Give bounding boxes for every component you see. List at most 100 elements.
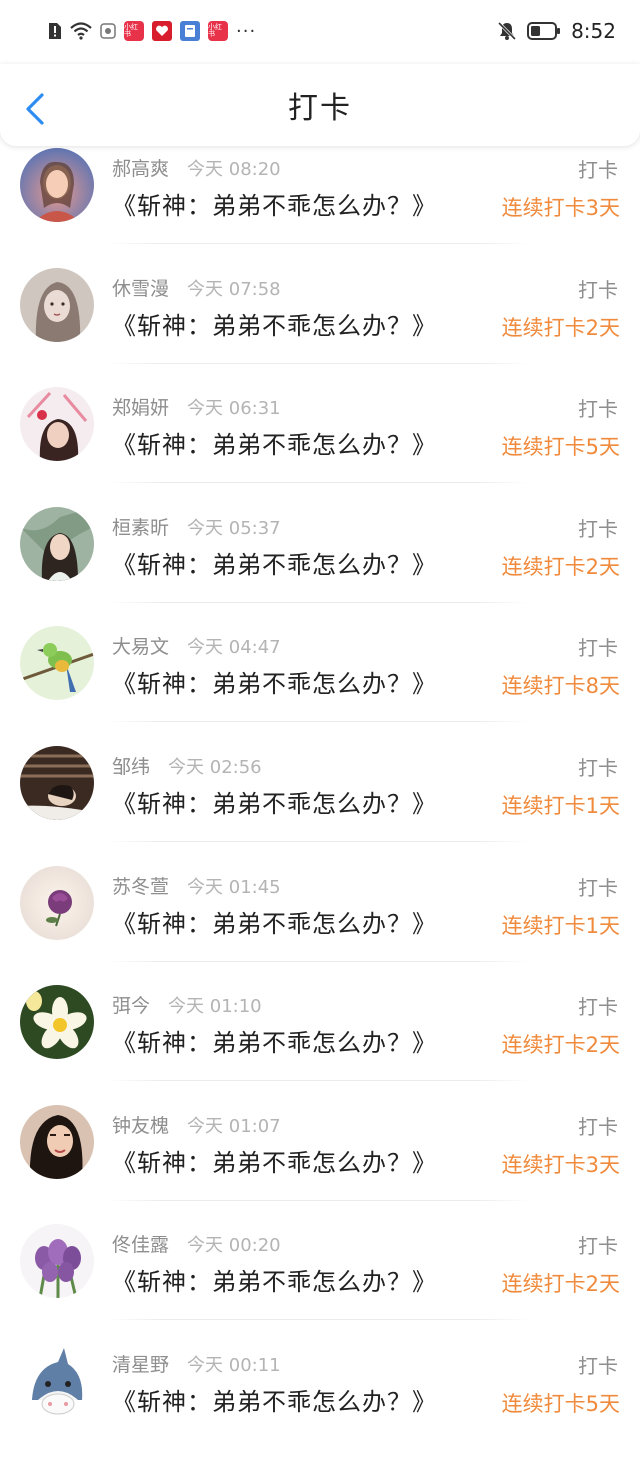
user-name[interactable]: 苏冬萱 bbox=[112, 872, 169, 899]
divider bbox=[108, 1199, 530, 1201]
portrait-avatar-icon bbox=[20, 148, 94, 222]
divider bbox=[108, 721, 530, 723]
user-name[interactable]: 弭今 bbox=[112, 991, 150, 1018]
divider bbox=[108, 362, 530, 364]
checkin-time: 今天 05:37 bbox=[187, 517, 281, 539]
avatar[interactable] bbox=[20, 1343, 94, 1418]
list-item[interactable]: 钟友槐 今天 01:07 《斩神：弟弟不乖怎么办？》 打卡 连续打卡3天 bbox=[0, 1103, 640, 1223]
clock-time: 8:52 bbox=[571, 19, 616, 43]
streak-badge: 连续打卡1天 bbox=[501, 793, 620, 818]
portrait-avatar-icon bbox=[20, 267, 94, 342]
heart-app-icon bbox=[152, 21, 172, 41]
avatar[interactable] bbox=[20, 1224, 94, 1299]
wifi-icon bbox=[70, 22, 92, 40]
user-name[interactable]: 郝高爽 bbox=[112, 154, 169, 181]
user-name[interactable]: 清星野 bbox=[112, 1350, 169, 1377]
back-arrow-icon bbox=[26, 93, 44, 125]
checkin-time: 今天 04:47 bbox=[187, 637, 281, 659]
checkin-label: 打卡 bbox=[578, 636, 618, 661]
checkin-time: 今天 01:45 bbox=[187, 876, 281, 898]
book-title[interactable]: 《斩神：弟弟不乖怎么办？》 bbox=[112, 1023, 437, 1058]
streak-badge: 连续打卡2天 bbox=[501, 1272, 620, 1297]
checkin-time: 今天 01:10 bbox=[168, 996, 262, 1018]
book-title[interactable]: 《斩神：弟弟不乖怎么办？》 bbox=[112, 545, 437, 580]
book-title[interactable]: 《斩神：弟弟不乖怎么办？》 bbox=[112, 425, 437, 460]
list-item[interactable]: 清星野 今天 00:11 《斩神：弟弟不乖怎么办？》 打卡 连续打卡5天 bbox=[0, 1342, 640, 1462]
row-meta: 郑娟妍 今天 06:31 bbox=[112, 393, 281, 420]
avatar[interactable] bbox=[20, 985, 94, 1060]
avatar[interactable] bbox=[20, 865, 94, 940]
user-name[interactable]: 钟友槐 bbox=[112, 1111, 169, 1138]
user-name[interactable]: 佟佳露 bbox=[112, 1230, 169, 1257]
avatar[interactable] bbox=[20, 267, 94, 342]
streak-badge: 连续打卡2天 bbox=[501, 554, 620, 579]
alert-icon bbox=[46, 22, 62, 40]
status-bar: 小红书 小红书 ··· 8:52 bbox=[0, 0, 640, 62]
checkin-label: 打卡 bbox=[578, 1234, 618, 1259]
book-title[interactable]: 《斩神：弟弟不乖怎么办？》 bbox=[112, 1262, 437, 1297]
book-title[interactable]: 《斩神：弟弟不乖怎么办？》 bbox=[112, 904, 437, 939]
list-item[interactable]: 郝高爽 今天 08:20 《斩神：弟弟不乖怎么办？》 打卡 连续打卡3天 bbox=[0, 146, 640, 266]
checkin-label: 打卡 bbox=[578, 397, 618, 422]
user-name[interactable]: 邹纬 bbox=[112, 752, 150, 779]
avatar[interactable] bbox=[20, 506, 94, 581]
row-meta: 佟佳露 今天 00:20 bbox=[112, 1230, 281, 1257]
row-meta: 邹纬 今天 02:56 bbox=[112, 752, 262, 779]
rose-avatar-icon bbox=[20, 865, 94, 940]
avatar[interactable] bbox=[20, 626, 94, 701]
list-item[interactable]: 休雪漫 今天 07:58 《斩神：弟弟不乖怎么办？》 打卡 连续打卡2天 bbox=[0, 266, 640, 386]
streak-badge: 连续打卡2天 bbox=[501, 315, 620, 340]
flower-avatar-icon bbox=[20, 985, 94, 1060]
back-button[interactable] bbox=[22, 92, 48, 126]
list-item[interactable]: 大易文 今天 04:47 《斩神：弟弟不乖怎么办？》 打卡 连续打卡8天 bbox=[0, 624, 640, 744]
checkin-time: 今天 01:07 bbox=[187, 1115, 281, 1137]
row-meta: 郝高爽 今天 08:20 bbox=[112, 154, 281, 181]
list-item[interactable]: 桓素昕 今天 05:37 《斩神：弟弟不乖怎么办？》 打卡 连续打卡2天 bbox=[0, 505, 640, 625]
checkin-label: 打卡 bbox=[578, 158, 618, 182]
user-name[interactable]: 休雪漫 bbox=[112, 274, 169, 301]
book-title[interactable]: 《斩神：弟弟不乖怎么办？》 bbox=[112, 1143, 437, 1178]
avatar[interactable] bbox=[20, 387, 94, 462]
list-item[interactable]: 邹纬 今天 02:56 《斩神：弟弟不乖怎么办？》 打卡 连续打卡1天 bbox=[0, 744, 640, 864]
list-item[interactable]: 弭今 今天 01:10 《斩神：弟弟不乖怎么办？》 打卡 连续打卡2天 bbox=[0, 983, 640, 1103]
battery-icon bbox=[527, 22, 561, 40]
row-meta: 钟友槐 今天 01:07 bbox=[112, 1111, 281, 1138]
streak-badge: 连续打卡3天 bbox=[501, 1152, 620, 1177]
portrait-avatar-icon bbox=[20, 1104, 94, 1179]
list-item[interactable]: 郑娟妍 今天 06:31 《斩神：弟弟不乖怎么办？》 打卡 连续打卡5天 bbox=[0, 385, 640, 505]
divider bbox=[108, 1319, 530, 1321]
avatar[interactable] bbox=[20, 1104, 94, 1179]
user-name[interactable]: 大易文 bbox=[112, 632, 169, 659]
checkin-time: 今天 07:58 bbox=[187, 278, 281, 300]
checkin-list: 郝高爽 今天 08:20 《斩神：弟弟不乖怎么办？》 打卡 连续打卡3天 休雪漫… bbox=[0, 146, 640, 1462]
user-name[interactable]: 郑娟妍 bbox=[112, 393, 169, 420]
avatar[interactable] bbox=[20, 148, 94, 222]
streak-badge: 连续打卡5天 bbox=[501, 1391, 620, 1416]
checkin-label: 打卡 bbox=[578, 1353, 618, 1378]
checkin-label: 打卡 bbox=[578, 277, 618, 302]
shark-avatar-icon bbox=[20, 1343, 94, 1418]
book-title[interactable]: 《斩神：弟弟不乖怎么办？》 bbox=[112, 1382, 437, 1417]
checkin-time: 今天 00:20 bbox=[187, 1235, 281, 1257]
user-name[interactable]: 桓素昕 bbox=[112, 513, 169, 540]
portrait-avatar-icon bbox=[20, 387, 94, 462]
more-notifications-icon: ··· bbox=[236, 20, 257, 42]
status-icons-right: 8:52 bbox=[497, 19, 616, 43]
book-title[interactable]: 《斩神：弟弟不乖怎么办？》 bbox=[112, 306, 437, 341]
row-meta: 弭今 今天 01:10 bbox=[112, 991, 262, 1018]
avatar[interactable] bbox=[20, 745, 94, 820]
list-item[interactable]: 苏冬萱 今天 01:45 《斩神：弟弟不乖怎么办？》 打卡 连续打卡1天 bbox=[0, 864, 640, 984]
checkin-label: 打卡 bbox=[578, 755, 618, 780]
checkin-label: 打卡 bbox=[578, 875, 618, 900]
divider bbox=[108, 840, 530, 842]
list-item[interactable]: 佟佳露 今天 00:20 《斩神：弟弟不乖怎么办？》 打卡 连续打卡2天 bbox=[0, 1222, 640, 1342]
book-title[interactable]: 《斩神：弟弟不乖怎么办？》 bbox=[112, 664, 437, 699]
book-title[interactable]: 《斩神：弟弟不乖怎么办？》 bbox=[112, 784, 437, 819]
book-title[interactable]: 《斩神：弟弟不乖怎么办？》 bbox=[112, 186, 437, 221]
row-meta: 苏冬萱 今天 01:45 bbox=[112, 872, 281, 899]
divider bbox=[108, 243, 530, 244]
streak-badge: 连续打卡1天 bbox=[501, 913, 620, 938]
nav-bar: 打卡 bbox=[0, 64, 640, 146]
portrait-avatar-icon bbox=[20, 506, 94, 581]
page-title: 打卡 bbox=[288, 91, 352, 126]
